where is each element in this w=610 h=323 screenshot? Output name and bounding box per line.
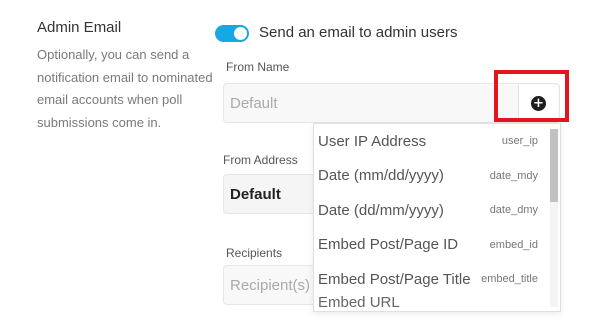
- toggle-knob: [234, 27, 247, 40]
- list-item[interactable]: User IP Address user_ip: [314, 124, 546, 159]
- toggle-label: Send an email to admin users: [259, 24, 458, 41]
- item-tag: embed_title: [481, 273, 538, 286]
- from-address-label: From Address: [223, 153, 298, 167]
- list-item[interactable]: Date (mm/dd/yyyy) date_mdy: [314, 159, 546, 194]
- item-label: Date (dd/mm/yyyy): [318, 201, 444, 219]
- from-address-select[interactable]: Default: [223, 174, 323, 214]
- highlight-box: [494, 70, 569, 122]
- section-description: Optionally, you can send a notification …: [37, 47, 213, 130]
- recipients-input[interactable]: Recipient(s): [223, 265, 323, 305]
- recipients-label: Recipients: [226, 246, 283, 260]
- item-label: Date (mm/dd/yyyy): [318, 167, 444, 185]
- section-title: Admin Email: [37, 19, 122, 36]
- dropdown-scrollbar[interactable]: [550, 129, 558, 307]
- merge-tag-list: User IP Address user_ip Date (mm/dd/yyyy…: [314, 124, 546, 297]
- list-item[interactable]: Embed Post/Page ID embed_id: [314, 228, 546, 263]
- admin-email-toggle[interactable]: [215, 25, 249, 42]
- item-label: User IP Address: [318, 132, 427, 150]
- list-item[interactable]: Date (dd/mm/yyyy) date_dmy: [314, 193, 546, 228]
- list-item-partial[interactable]: Embed URL: [318, 294, 400, 311]
- item-tag: embed_id: [489, 238, 538, 251]
- from-name-label: From Name: [226, 60, 290, 74]
- list-item[interactable]: Embed Post/Page Title embed_title: [314, 262, 546, 297]
- item-tag: date_mdy: [489, 169, 538, 182]
- merge-tag-dropdown[interactable]: User IP Address user_ip Date (mm/dd/yyyy…: [313, 123, 561, 312]
- item-tag: user_ip: [501, 135, 538, 148]
- item-tag: date_dmy: [489, 204, 538, 217]
- scrollbar-thumb[interactable]: [550, 129, 558, 202]
- item-label: Embed Post/Page ID: [318, 236, 459, 254]
- item-label: Embed Post/Page Title: [318, 270, 471, 288]
